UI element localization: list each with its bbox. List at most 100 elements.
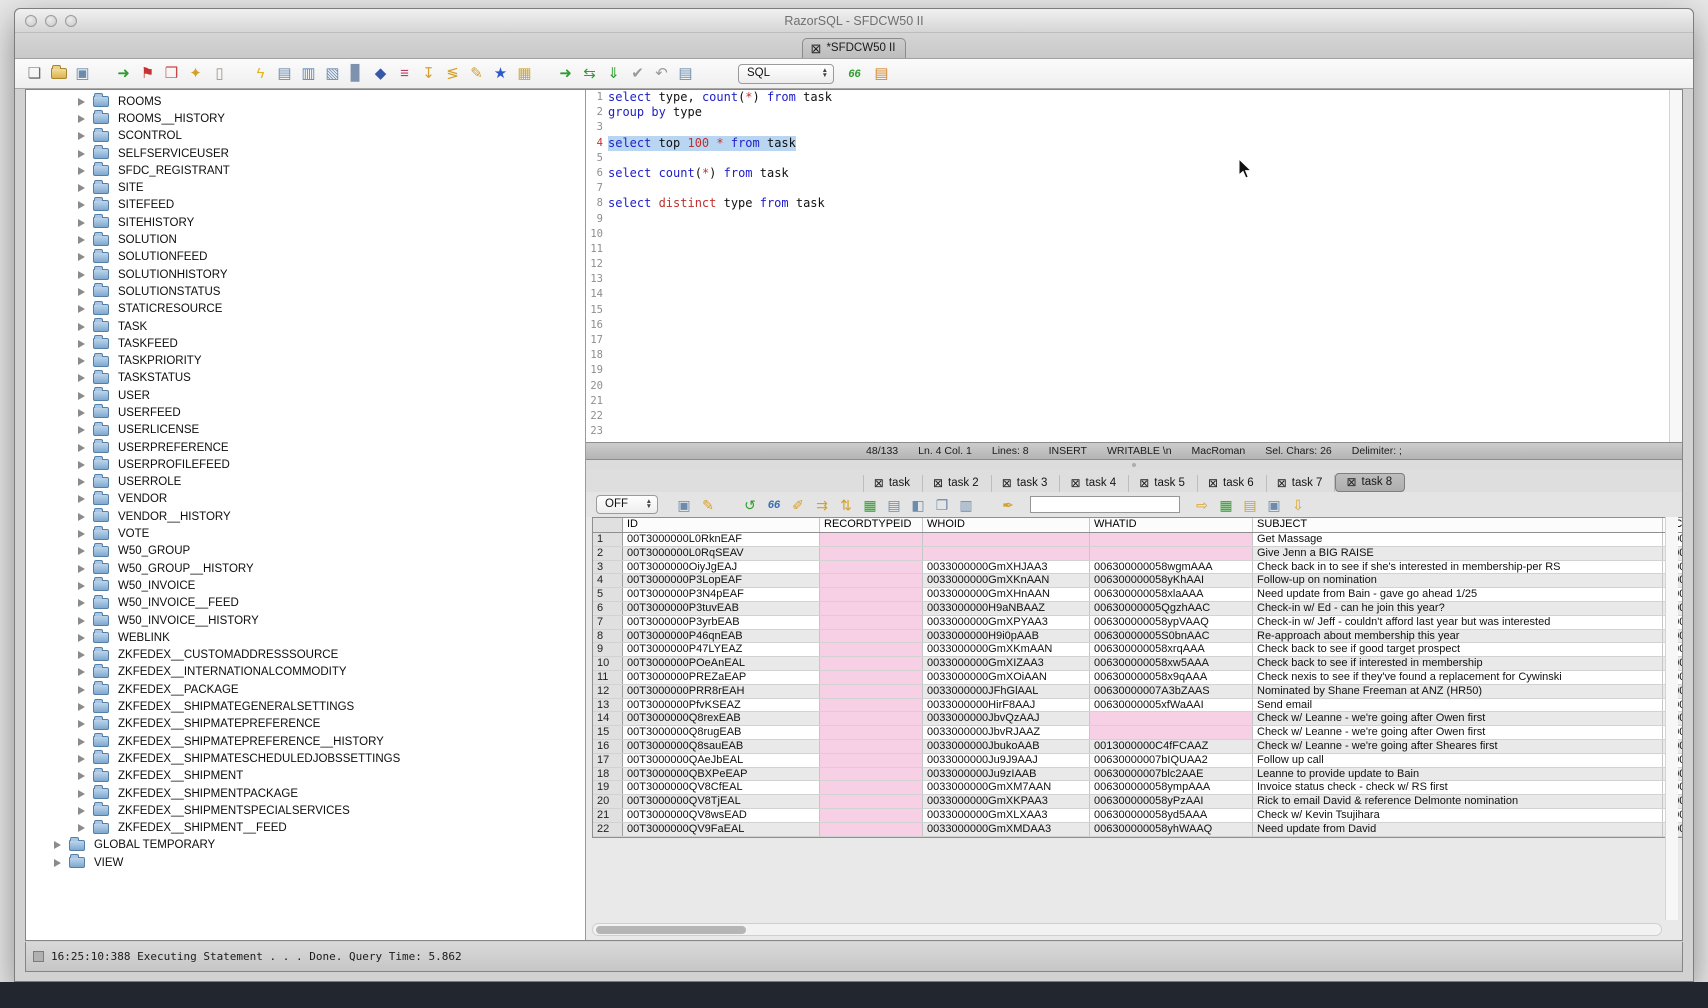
editor-vertical-scrollbar[interactable]	[1669, 90, 1682, 442]
cell-whatid[interactable]: 00630000005QgzhAAC	[1090, 602, 1253, 615]
reload-table-icon[interactable]: ▦	[860, 495, 880, 515]
expand-triangle-icon[interactable]	[54, 841, 61, 849]
highlight-icon[interactable]: ✒	[998, 495, 1018, 515]
row-number-cell[interactable]: 7	[593, 616, 623, 629]
tree-item[interactable]: GLOBAL TEMPORARY	[26, 837, 585, 854]
sort-columns-icon[interactable]: ⇅	[836, 495, 856, 515]
expand-triangle-icon[interactable]	[78, 565, 85, 573]
cell-whoid[interactable]: 0033000000H9i0pAAB	[923, 630, 1090, 643]
row-number-cell[interactable]: 4	[593, 574, 623, 587]
row-number-cell[interactable]: 18	[593, 768, 623, 781]
tree-item[interactable]: SITEFEED	[26, 197, 585, 214]
refresh-results-icon[interactable]: ↺	[740, 495, 760, 515]
disconnect-icon[interactable]: ⚑	[137, 64, 158, 84]
expand-triangle-icon[interactable]	[78, 392, 85, 400]
cell-whoid[interactable]: 0033000000GmXIZAA3	[923, 657, 1090, 670]
tree-item[interactable]: VIEW	[26, 854, 585, 871]
create-object-icon[interactable]: ✦	[185, 64, 206, 84]
cell-subject[interactable]: Check w/ Kevin Tsujihara	[1253, 809, 1663, 822]
cell-recordtypeid[interactable]	[820, 630, 923, 643]
cell-recordtypeid[interactable]	[820, 768, 923, 781]
expand-triangle-icon[interactable]	[54, 859, 61, 867]
cell-subject[interactable]: Check w/ Leanne - we're going after Shea…	[1253, 740, 1663, 753]
table-row[interactable]: 200T3000000L0RqSEAVGive Jenn a BIG RAISE…	[593, 547, 1682, 561]
row-number-cell[interactable]: 5	[593, 588, 623, 601]
table-row[interactable]: 1200T3000000PRR8rEAH0033000000JFhGlAAL00…	[593, 685, 1682, 699]
zoom-window-button[interactable]	[65, 15, 77, 27]
split-view-icon[interactable]: ◧	[908, 495, 928, 515]
tree-item[interactable]: USERROLE	[26, 474, 585, 491]
tree-item[interactable]: ZKFEDEX__SHIPMATEGENERALSETTINGS	[26, 698, 585, 715]
results-search-input[interactable]	[1030, 496, 1180, 513]
row-number-cell[interactable]: 14	[593, 712, 623, 725]
column-header-id[interactable]: ID	[623, 518, 820, 532]
row-number-cell[interactable]: 9	[593, 643, 623, 656]
table-row[interactable]: 2100T3000000QV8wsEAD0033000000GmXLXAA300…	[593, 809, 1682, 823]
cell-id[interactable]: 00T3000000P3tuvEAB	[623, 602, 820, 615]
expand-triangle-icon[interactable]	[78, 426, 85, 434]
tree-item[interactable]: ZKFEDEX__SHIPMATEPREFERENCE	[26, 716, 585, 733]
row-number-cell[interactable]: 13	[593, 699, 623, 712]
table-row[interactable]: 800T3000000P46qnEAB0033000000H9i0pAAB006…	[593, 630, 1682, 644]
cell-subject[interactable]: Check back to see if interested in membe…	[1253, 657, 1663, 670]
row-number-cell[interactable]: 16	[593, 740, 623, 753]
tree-item[interactable]: SCONTROL	[26, 128, 585, 145]
tree-item[interactable]: SOLUTIONHISTORY	[26, 266, 585, 283]
cell-subject[interactable]: Get Massage	[1253, 533, 1663, 546]
expand-triangle-icon[interactable]	[78, 323, 85, 331]
table-row[interactable]: 1800T3000000QBXPeEAP0033000000Ju9zIAAB00…	[593, 768, 1682, 782]
cell-subject[interactable]: Check-in w/ Ed - can he join this year?	[1253, 602, 1663, 615]
export-results-icon[interactable]: ▦	[1216, 495, 1236, 515]
cell-whoid[interactable]: 0033000000JbvQzAAJ	[923, 712, 1090, 725]
row-number-cell[interactable]: 2	[593, 547, 623, 560]
table-row[interactable]: 1000T3000000POeAnEAL0033000000GmXIZAA300…	[593, 657, 1682, 671]
cell-id[interactable]: 00T3000000QV9FaEAL	[623, 823, 820, 836]
expand-triangle-icon[interactable]	[78, 444, 85, 452]
tree-item[interactable]: USERFEED	[26, 404, 585, 421]
result-tab-task-7[interactable]: ⊠task 7	[1267, 475, 1336, 492]
expand-triangle-icon[interactable]	[78, 617, 85, 625]
tree-item[interactable]: SITE	[26, 179, 585, 196]
cell-id[interactable]: 00T3000000QBXPeEAP	[623, 768, 820, 781]
expand-triangle-icon[interactable]	[78, 738, 85, 746]
cell-subject[interactable]: Send email	[1253, 699, 1663, 712]
edit-sql-icon[interactable]: ✎	[466, 64, 487, 84]
expand-triangle-icon[interactable]	[78, 547, 85, 555]
favorites-icon[interactable]: ★	[490, 64, 511, 84]
table-row[interactable]: 1500T3000000Q8rugEAB0033000000JbvRJAAZCh…	[593, 726, 1682, 740]
cell-id[interactable]: 00T3000000QAeJbEAL	[623, 754, 820, 767]
cell-whatid[interactable]: 006300000058xlaAAA	[1090, 588, 1253, 601]
database-doc-icon[interactable]: ▊	[346, 64, 367, 84]
expand-triangle-icon[interactable]	[78, 184, 85, 192]
cell-recordtypeid[interactable]	[820, 574, 923, 587]
cell-id[interactable]: 00T3000000P3yrbEAB	[623, 616, 820, 629]
cell-whoid[interactable]: 0033000000GmXM7AAN	[923, 781, 1090, 794]
cell-id[interactable]: 00T3000000OiyJgEAJ	[623, 561, 820, 574]
result-tab-task-4[interactable]: ⊠task 4	[1060, 475, 1129, 492]
row-number-cell[interactable]: 22	[593, 823, 623, 836]
row-number-cell[interactable]: 11	[593, 671, 623, 684]
save-grid-icon[interactable]: ▣	[1264, 495, 1284, 515]
cell-whoid[interactable]: 0033000000H9aNBAAZ	[923, 602, 1090, 615]
cell-subject[interactable]: Nominated by Shane Freeman at ANZ (HR50)	[1253, 685, 1663, 698]
cell-whoid[interactable]: 0033000000GmXPYAA3	[923, 616, 1090, 629]
expand-triangle-icon[interactable]	[78, 720, 85, 728]
row-number-cell[interactable]: 15	[593, 726, 623, 739]
find-next-icon[interactable]: ⇨	[1192, 495, 1212, 515]
tree-item[interactable]: W50_INVOICE__FEED	[26, 595, 585, 612]
tree-item[interactable]: ZKFEDEX__SHIPMENT	[26, 768, 585, 785]
code-text[interactable]: select distinct type from task	[608, 196, 825, 211]
cell-recordtypeid[interactable]	[820, 616, 923, 629]
tab-close-icon[interactable]: ⊠	[1208, 478, 1218, 489]
expand-triangle-icon[interactable]	[78, 288, 85, 296]
expand-triangle-icon[interactable]	[78, 686, 85, 694]
tree-item[interactable]: WEBLINK	[26, 629, 585, 646]
tree-item[interactable]: ZKFEDEX__SHIPMENTPACKAGE	[26, 785, 585, 802]
result-tab-task-2[interactable]: ⊠task 2	[923, 475, 992, 492]
execute-statement-icon[interactable]: ➜	[555, 64, 576, 84]
cell-recordtypeid[interactable]	[820, 671, 923, 684]
cell-whatid[interactable]: 00630000007bIQUAA2	[1090, 754, 1253, 767]
expand-triangle-icon[interactable]	[78, 772, 85, 780]
expand-triangle-icon[interactable]	[78, 651, 85, 659]
edit-results-icon[interactable]: ✎	[698, 495, 718, 515]
